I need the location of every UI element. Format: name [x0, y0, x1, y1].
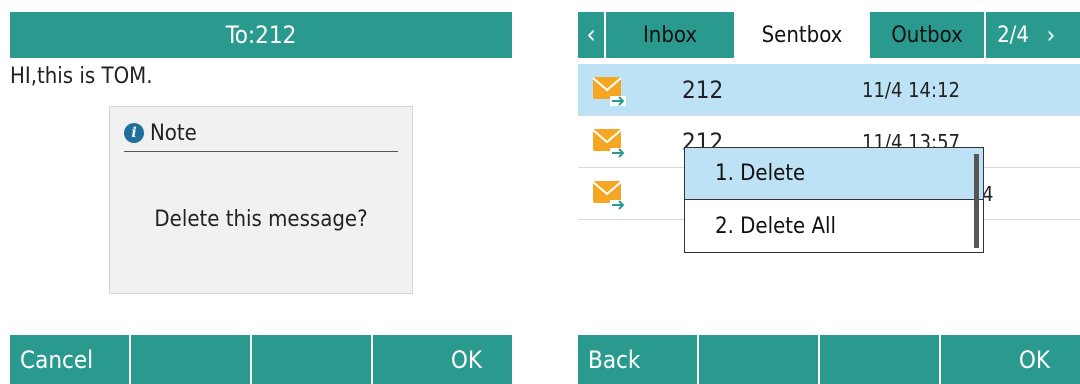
message-recipient-title: To:212: [225, 21, 297, 49]
page-indicator: 2/4: [997, 22, 1029, 48]
back-softkey[interactable]: Back: [578, 335, 699, 384]
tab-outbox[interactable]: Outbox: [870, 12, 986, 58]
message-body-text: HI,this is TOM.: [10, 64, 153, 89]
sent-envelope-icon: [592, 181, 626, 210]
sent-envelope-icon: [592, 129, 626, 158]
empty-softkey-2[interactable]: [131, 335, 252, 384]
message-title-bar: To:212: [10, 12, 512, 58]
dialog-title: Note: [150, 120, 197, 146]
dialog-header: i Note: [124, 115, 398, 152]
list-item[interactable]: 212 11/4 14:12: [578, 64, 1080, 116]
dialog-message: Delete this message?: [154, 207, 368, 232]
tab-sentbox[interactable]: Sentbox: [734, 12, 870, 58]
softkey-bar: Cancel OK: [10, 335, 512, 384]
delete-all-menu-item[interactable]: 2. Delete All: [685, 200, 983, 252]
message-tab-bar: ‹ Inbox Sentbox Outbox 2/4 ›: [578, 12, 1080, 58]
message-view-screen: To:212 HI,this is TOM. i Note Delete thi…: [10, 12, 512, 384]
message-number: 212: [682, 76, 724, 104]
confirm-delete-dialog: i Note Delete this message?: [109, 106, 413, 294]
ok-softkey[interactable]: OK: [941, 335, 1080, 384]
message-time: 11/4 14:12: [862, 78, 960, 102]
sentbox-screen: ‹ Inbox Sentbox Outbox 2/4 › 212 11/4 14…: [578, 12, 1080, 384]
delete-menu-item[interactable]: 1. Delete: [685, 148, 983, 200]
cancel-softkey[interactable]: Cancel: [10, 335, 131, 384]
empty-softkey-2[interactable]: [699, 335, 820, 384]
sent-envelope-icon: [592, 77, 626, 106]
tab-inbox[interactable]: Inbox: [606, 12, 734, 58]
popup-scrollbar[interactable]: [974, 154, 979, 248]
chevron-left-icon[interactable]: ‹: [578, 12, 606, 58]
message-options-popup: 1. Delete 2. Delete All: [684, 147, 984, 253]
ok-softkey[interactable]: OK: [373, 335, 512, 384]
chevron-right-icon[interactable]: ›: [1040, 12, 1062, 58]
empty-softkey-3[interactable]: [820, 335, 941, 384]
empty-softkey-3[interactable]: [252, 335, 373, 384]
info-icon: i: [124, 123, 144, 143]
softkey-bar: Back OK: [578, 335, 1080, 384]
